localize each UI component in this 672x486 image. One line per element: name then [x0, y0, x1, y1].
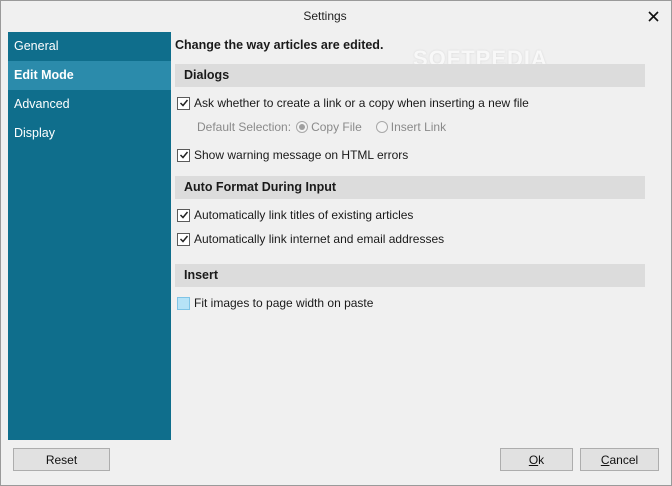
- ok-mnemonic: O: [528, 452, 539, 467]
- checkbox-ask-link-or-copy[interactable]: [177, 96, 190, 110]
- link-addresses-option[interactable]: Automatically link internet and email ad…: [177, 231, 444, 247]
- ok-button-label: Ok: [529, 453, 544, 467]
- ok-button[interactable]: Ok: [500, 448, 573, 471]
- cancel-label-rest: ancel: [609, 452, 639, 467]
- radio-label-insert-link: Insert Link: [390, 120, 447, 134]
- checkbox-label: Show warning message on HTML errors: [194, 148, 409, 162]
- checkbox-warn-html-errors[interactable]: [177, 148, 190, 162]
- reset-button[interactable]: Reset: [13, 448, 110, 471]
- link-titles-option[interactable]: Automatically link titles of existing ar…: [177, 207, 413, 223]
- settings-window: Settings General Edit Mode Advanced Disp…: [0, 0, 672, 486]
- radio-insert-link[interactable]: [375, 121, 388, 133]
- checkbox-link-addresses[interactable]: [177, 232, 190, 246]
- checkmark-icon: [179, 99, 188, 107]
- reset-button-label: Reset: [45, 452, 78, 467]
- cancel-button[interactable]: Cancel: [580, 448, 659, 471]
- default-selection-label: Default Selection:: [197, 120, 292, 134]
- fit-images-option[interactable]: Fit images to page width on paste: [177, 295, 373, 311]
- ask-link-or-copy-option[interactable]: Ask whether to create a link or a copy w…: [177, 95, 529, 111]
- sidebar: General Edit Mode Advanced Display: [8, 32, 171, 440]
- close-icon: [647, 10, 659, 22]
- title-bar: Settings: [1, 1, 671, 32]
- checkmark-icon: [179, 151, 188, 159]
- window-title: Settings: [303, 9, 347, 23]
- settings-content: Change the way articles are edited. SOFT…: [171, 32, 665, 440]
- ok-label-rest: k: [538, 452, 545, 467]
- section-header-dialogs: Dialogs: [175, 64, 645, 87]
- checkbox-label: Fit images to page width on paste: [194, 296, 374, 310]
- checkmark-icon: [179, 235, 188, 243]
- radio-selected-dot: [299, 124, 306, 130]
- page-title: Change the way articles are edited.: [175, 38, 384, 52]
- checkbox-link-titles[interactable]: [177, 208, 190, 222]
- sidebar-item-label: Edit Mode: [14, 68, 74, 82]
- default-selection-row: Default Selection: Copy File Insert Link: [197, 119, 446, 135]
- checkbox-label: Ask whether to create a link or a copy w…: [194, 96, 529, 110]
- radio-label-copy-file: Copy File: [311, 120, 362, 134]
- checkbox-label: Automatically link titles of existing ar…: [194, 208, 414, 222]
- radio-copy-file[interactable]: [296, 121, 309, 133]
- warn-html-errors-option[interactable]: Show warning message on HTML errors: [177, 147, 408, 163]
- sidebar-item-edit-mode[interactable]: Edit Mode: [8, 61, 171, 90]
- section-header-auto-format: Auto Format During Input: [175, 176, 645, 199]
- sidebar-item-advanced[interactable]: Advanced: [8, 90, 171, 119]
- checkbox-fit-images[interactable]: [177, 296, 190, 310]
- sidebar-item-label: Display: [14, 126, 55, 140]
- close-button[interactable]: [641, 5, 665, 27]
- sidebar-item-label: General: [14, 39, 59, 53]
- sidebar-item-display[interactable]: Display: [8, 119, 171, 148]
- section-header-insert: Insert: [175, 264, 645, 287]
- checkmark-icon: [179, 211, 188, 219]
- sidebar-item-general[interactable]: General: [8, 32, 171, 61]
- cancel-button-label: Cancel: [601, 453, 638, 467]
- checkbox-label: Automatically link internet and email ad…: [194, 232, 445, 246]
- sidebar-item-label: Advanced: [14, 97, 70, 111]
